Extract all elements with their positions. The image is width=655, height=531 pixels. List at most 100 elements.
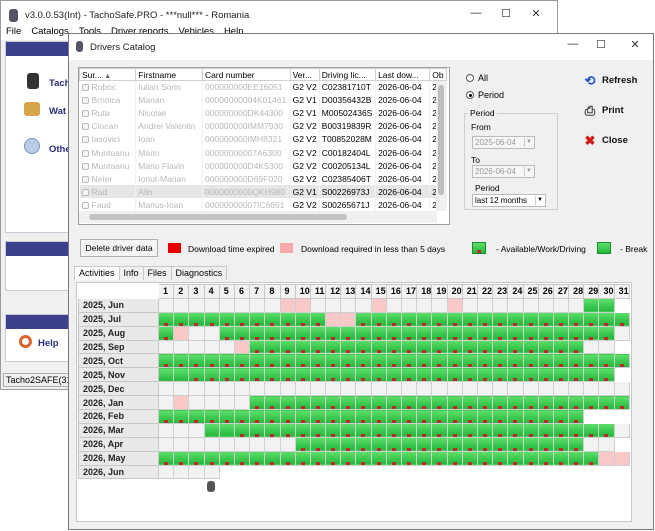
day-cell[interactable] (507, 395, 524, 411)
day-cell[interactable] (431, 381, 448, 397)
day-cell[interactable] (340, 297, 357, 313)
day-cell[interactable] (537, 395, 554, 411)
delete-driver-data-button[interactable]: Delete driver data (80, 239, 158, 257)
table-row[interactable]: Muntoanu Mario Flavin 000000000D4K5300 G2 V… (79, 159, 447, 173)
day-cell[interactable] (431, 297, 448, 313)
day-cell[interactable] (309, 381, 327, 397)
day-cell[interactable] (325, 297, 342, 313)
day-cell[interactable] (492, 297, 509, 313)
day-cell[interactable] (568, 395, 585, 411)
day-cell[interactable] (203, 367, 220, 383)
day-cell[interactable] (552, 325, 570, 341)
day-cell[interactable] (233, 325, 251, 341)
day-cell[interactable] (568, 311, 585, 327)
day-cell[interactable] (279, 450, 296, 466)
day-cell[interactable] (340, 395, 357, 411)
table-hscrollbar[interactable] (79, 211, 437, 223)
day-cell[interactable] (309, 422, 327, 438)
day-cell[interactable] (583, 450, 600, 466)
row-checkbox[interactable] (81, 188, 89, 196)
day-cell[interactable] (173, 367, 190, 383)
day-cell[interactable] (537, 311, 554, 327)
day-cell[interactable] (492, 395, 509, 411)
day-cell[interactable] (370, 311, 387, 327)
day-cell[interactable] (598, 339, 615, 355)
day-cell[interactable] (461, 436, 478, 452)
day-cell[interactable] (385, 422, 403, 438)
day-cell[interactable] (416, 297, 433, 313)
day-cell[interactable] (325, 353, 342, 369)
day-cell[interactable] (613, 325, 630, 341)
day-cell[interactable] (613, 422, 630, 438)
day-cell[interactable] (431, 367, 448, 383)
day-cell[interactable] (416, 311, 433, 327)
day-cell[interactable] (476, 367, 494, 383)
day-cell[interactable] (173, 325, 190, 341)
day-cell[interactable] (446, 422, 463, 438)
day-cell[interactable] (309, 339, 327, 355)
row-checkbox[interactable] (81, 123, 89, 131)
table-row[interactable]: Ruta Nicolae 000000000DK44300 G2 V1 M0050243… (79, 106, 447, 120)
day-cell[interactable] (188, 409, 205, 424)
day-cell[interactable] (157, 367, 175, 383)
day-cell[interactable] (249, 339, 266, 355)
day-cell[interactable] (355, 422, 372, 438)
day-cell[interactable] (249, 311, 266, 327)
day-cell[interactable] (522, 422, 539, 438)
tab-diagnostics[interactable]: Diagnostics (170, 266, 228, 280)
day-cell[interactable] (522, 353, 539, 369)
day-cell[interactable] (461, 381, 478, 397)
day-cell[interactable] (249, 353, 266, 369)
day-cell[interactable] (279, 353, 296, 369)
day-cell[interactable] (325, 325, 342, 341)
day-cell[interactable] (552, 381, 570, 397)
day-cell[interactable] (400, 422, 418, 438)
day-cell[interactable] (400, 297, 418, 313)
day-cell[interactable] (279, 436, 296, 452)
day-cell[interactable] (188, 311, 205, 327)
day-cell[interactable] (157, 339, 175, 355)
day-cell[interactable] (537, 409, 554, 424)
day-cell[interactable] (249, 381, 266, 397)
day-cell[interactable] (568, 367, 585, 383)
day-cell[interactable] (340, 311, 357, 327)
day-cell[interactable] (416, 325, 433, 341)
day-cell[interactable] (325, 367, 342, 383)
day-cell[interactable] (233, 422, 251, 438)
day-cell[interactable] (446, 409, 463, 424)
day-cell[interactable] (476, 422, 494, 438)
day-cell[interactable] (309, 409, 327, 424)
day-cell[interactable] (507, 325, 524, 341)
day-cell[interactable] (264, 353, 281, 369)
day-cell[interactable] (279, 311, 296, 327)
day-cell[interactable] (552, 422, 570, 438)
day-cell[interactable] (522, 311, 539, 327)
day-cell[interactable] (446, 436, 463, 452)
day-cell[interactable] (203, 353, 220, 369)
day-cell[interactable] (173, 353, 190, 369)
day-cell[interactable] (613, 450, 630, 466)
table-row[interactable]: Muntoanu Marin 00000000007A6300 G2 V2 C00182… (79, 145, 447, 160)
day-cell[interactable] (507, 339, 524, 355)
day-cell[interactable] (431, 436, 448, 452)
day-cell[interactable] (173, 436, 190, 452)
day-cell[interactable] (218, 339, 235, 355)
day-cell[interactable] (583, 367, 600, 383)
day-cell[interactable] (461, 450, 478, 466)
day-cell[interactable] (309, 325, 327, 341)
day-cell[interactable] (294, 367, 311, 383)
catalog-maximize-icon[interactable]: ☐ (593, 38, 609, 51)
day-cell[interactable] (203, 325, 220, 341)
day-cell[interactable] (446, 450, 463, 466)
day-cell[interactable] (476, 325, 494, 341)
day-cell[interactable] (157, 297, 175, 313)
day-cell[interactable] (294, 297, 311, 313)
day-cell[interactable] (340, 436, 357, 452)
day-cell[interactable] (446, 297, 463, 313)
minimize-icon[interactable]: — (468, 7, 484, 19)
day-cell[interactable] (249, 436, 266, 452)
day-cell[interactable] (431, 422, 448, 438)
day-cell[interactable] (294, 422, 311, 438)
day-cell[interactable] (583, 395, 600, 411)
day-cell[interactable] (598, 436, 615, 452)
